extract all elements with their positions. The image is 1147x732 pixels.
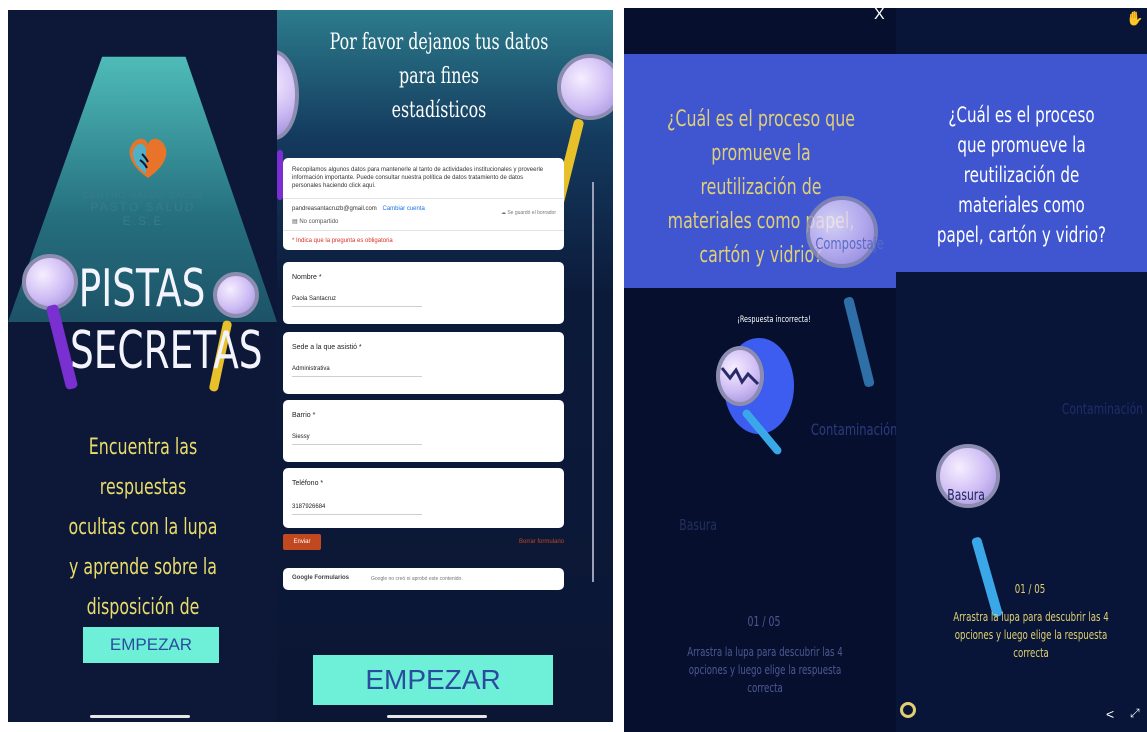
- logo-text: CENTRO SALUD SALUD PASTO SALUD E.S.E: [68, 190, 218, 228]
- magnifier-right-icon: [213, 272, 259, 318]
- heading-line-1: Por favor dejanos tus datos para fines: [329, 30, 549, 89]
- close-button[interactable]: X: [874, 8, 885, 24]
- field-card-nombre: Nombre * Paola Santacruz: [283, 262, 564, 324]
- desc-line-1: Encuentra las respuestas: [88, 435, 198, 500]
- logo-top-text: CENTRO SALUD SALUD: [82, 190, 204, 200]
- question-text: ¿Cuál es el proceso que promueve la reut…: [936, 103, 1107, 247]
- title-line-1: PISTAS: [78, 259, 206, 319]
- quiz-screen-incorrect: X ¿Cuál es el proceso que promueve la re…: [624, 8, 896, 732]
- google-forms-brand: Google Formularios: [292, 575, 350, 581]
- home-indicator: [90, 715, 190, 718]
- clear-form-link[interactable]: Borrar formulario: [519, 539, 564, 545]
- magnifier-left-icon: [277, 50, 299, 140]
- account-email-text: pandreasantacruzb@gmail.com: [292, 206, 377, 212]
- required-note: * Indica que la pregunta es obligatoria: [292, 238, 393, 244]
- account-email: pandreasantacruzb@gmail.com Cambiar cuen…: [292, 206, 425, 212]
- title-line-2: SECRETAS: [70, 321, 263, 381]
- magnifier-right-icon: [557, 54, 613, 120]
- not-shared-status: ▤ No compartido: [292, 219, 339, 225]
- field-card-telefono: Teléfono * 3187926684: [283, 468, 564, 528]
- divider: [283, 230, 564, 231]
- game-title: PISTAS SECRETAS: [70, 258, 263, 382]
- field-label: Teléfono *: [292, 480, 324, 487]
- sede-input[interactable]: Administrativa: [292, 366, 330, 372]
- quiz-screen: ✋ ¿Cuál es el proceso que promueve la re…: [896, 8, 1147, 732]
- hand-pointer-icon: ✋: [1126, 10, 1144, 26]
- input-underline: [292, 376, 422, 377]
- option-contaminacion[interactable]: Contaminación: [1062, 400, 1143, 418]
- option-contaminacion[interactable]: Contaminación: [811, 420, 896, 439]
- form-intro-text: Recopilamos algunos datos para mantenerl…: [292, 167, 544, 189]
- not-shared-text: No compartido: [299, 219, 339, 225]
- option-compostaje[interactable]: Compostaje: [815, 234, 884, 253]
- switch-account-link[interactable]: Cambiar cuenta: [382, 206, 424, 212]
- form-intro-card: Recopilamos algunos datos para mantenerl…: [283, 158, 564, 250]
- crack-icon: [720, 367, 760, 386]
- nombre-input[interactable]: Paola Santacruz: [292, 296, 336, 302]
- fullscreen-icon[interactable]: ⤢: [1130, 706, 1140, 721]
- option-basura[interactable]: Basura: [679, 516, 717, 534]
- divider: [283, 198, 564, 199]
- input-underline: [292, 306, 422, 307]
- form-footer: Google Formularios Google no creó ni apr…: [283, 568, 564, 590]
- input-underline: [292, 444, 422, 445]
- question-counter: 01 / 05: [747, 615, 781, 630]
- input-underline: [292, 514, 422, 515]
- start-button[interactable]: EMPEZAR: [83, 627, 219, 663]
- feedback-text: ¡Respuesta incorrecta!: [737, 315, 811, 325]
- field-label: Barrio *: [292, 412, 316, 419]
- share-icon[interactable]: <: [1106, 706, 1114, 722]
- intro-screen: CENTRO SALUD SALUD PASTO SALUD E.S.E PIS…: [8, 10, 277, 722]
- scrollbar[interactable]: [592, 182, 594, 582]
- broken-magnifier-icon: [716, 346, 764, 406]
- submit-button[interactable]: Enviar: [283, 534, 321, 550]
- telefono-input[interactable]: 3187926684: [292, 504, 325, 510]
- instruction-text: Arrastra la lupa para descubrir las 4 op…: [687, 645, 843, 695]
- option-basura[interactable]: Basura: [947, 486, 985, 504]
- home-indicator: [387, 715, 487, 718]
- question-counter: 01 / 05: [1014, 582, 1046, 596]
- logo-name: PASTO SALUD E.S.E: [90, 200, 196, 228]
- barrio-input[interactable]: Siessy: [292, 434, 310, 440]
- field-label: Sede a la que asistió *: [292, 344, 362, 351]
- field-card-barrio: Barrio * Siessy: [283, 400, 564, 462]
- form-screen: Por favor dejanos tus datos para fines e…: [277, 10, 613, 722]
- field-label: Nombre *: [292, 274, 322, 281]
- instruction-text: Arrastra la lupa para descubrir las 4 op…: [953, 610, 1109, 660]
- magnifier-handle[interactable]: [970, 536, 1004, 618]
- field-card-sede: Sede a la que asistió * Administrativa: [283, 332, 564, 394]
- heart-logo-icon: [129, 138, 167, 178]
- draft-saved-text: Se guardó el borrador: [507, 210, 556, 216]
- magnifier-handle: [843, 296, 875, 388]
- magnifier-lens-icon[interactable]: [806, 196, 878, 268]
- google-form: Recopilamos algunos datos para mantenerl…: [283, 158, 594, 590]
- draft-saved-status: ☁ Se guardó el borrador: [500, 210, 556, 216]
- form-heading: Por favor dejanos tus datos para fines e…: [327, 26, 552, 128]
- footer-note: Google no creó ni aprobó este contenido.: [371, 576, 463, 582]
- heading-line-2: estadísticos: [391, 98, 487, 123]
- desc-line-2: ocultas con la lupa: [68, 515, 218, 540]
- start-button[interactable]: EMPEZAR: [313, 655, 553, 705]
- genially-logo-icon[interactable]: [900, 702, 916, 718]
- desc-line-3: y aprende sobre la: [68, 555, 218, 580]
